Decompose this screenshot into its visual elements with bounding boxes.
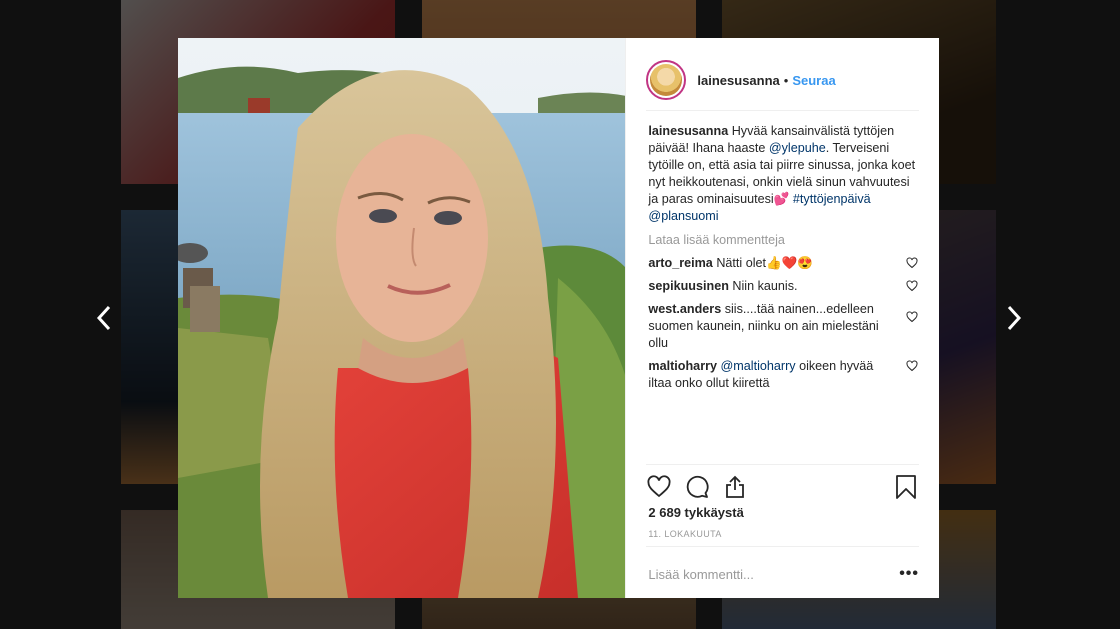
comment-item: west.anders siis....tää nainen...edellee… (648, 301, 918, 352)
chevron-right-icon (1007, 305, 1022, 331)
comment-text: Niin kaunis. (732, 279, 798, 293)
post-caption: lainesusanna Hyvää kansainvälistä tyttöj… (648, 123, 918, 225)
likes-count[interactable]: 2 689 tykkäystä (648, 505, 743, 520)
caption-mention-plansuomi[interactable]: @plansuomi (648, 209, 718, 223)
caption-hashtag[interactable]: #tyttöjenpäivä (793, 192, 871, 206)
comment-item: arto_reima Nätti olet👍❤️😍 (648, 255, 918, 272)
more-options-button[interactable]: ••• (899, 565, 919, 583)
previous-post-button[interactable] (92, 300, 116, 336)
caption-username[interactable]: lainesusanna (648, 124, 728, 138)
add-comment-section: ••• (646, 546, 919, 601)
comments-list: lainesusanna Hyvää kansainvälistä tyttöj… (648, 123, 918, 398)
heart-icon[interactable] (906, 280, 918, 292)
save-button[interactable] (893, 474, 919, 500)
comment-mention[interactable]: @maltioharry (721, 359, 796, 373)
post-date[interactable]: 11. LOKAKUUTA (648, 529, 721, 539)
heart-icon[interactable] (906, 311, 918, 323)
follow-button[interactable]: Seuraa (792, 73, 835, 88)
heart-icon[interactable] (906, 360, 918, 372)
separator-dot: • (783, 72, 789, 88)
comment-username[interactable]: maltioharry (648, 359, 717, 373)
comment-icon (687, 475, 709, 498)
post-header: lainesusanna • Seuraa (646, 50, 919, 111)
post-modal: lainesusanna • Seuraa lainesusanna Hyvää… (178, 38, 939, 598)
avatar[interactable] (646, 60, 687, 100)
action-bar (646, 464, 919, 509)
heart-icon (647, 475, 671, 498)
post-photo[interactable] (178, 38, 626, 598)
share-icon (726, 475, 745, 498)
caption-mention-ylepuhe[interactable]: @ylepuhe (769, 141, 826, 155)
next-post-button[interactable] (1002, 300, 1026, 336)
heart-icon[interactable] (906, 257, 918, 269)
like-button[interactable] (646, 474, 672, 500)
bookmark-icon (896, 475, 916, 499)
comment-button[interactable] (684, 474, 710, 500)
comment-username[interactable]: west.anders (648, 302, 721, 316)
chevron-left-icon (96, 305, 111, 331)
comment-item: maltioharry @maltioharry oikeen hyvää il… (648, 358, 918, 392)
share-button[interactable] (722, 474, 748, 500)
author-username[interactable]: lainesusanna (697, 73, 779, 88)
post-sidebar: lainesusanna • Seuraa lainesusanna Hyvää… (625, 38, 939, 598)
comment-item: sepikuusinen Niin kaunis. (648, 278, 918, 295)
comment-username[interactable]: arto_reima (648, 256, 712, 270)
comment-input[interactable] (646, 565, 900, 583)
load-more-comments[interactable]: Lataa lisää kommentteja (648, 232, 918, 249)
selfie-image (178, 38, 626, 598)
comment-text: Nätti olet👍❤️😍 (716, 256, 814, 270)
comment-username[interactable]: sepikuusinen (648, 279, 728, 293)
